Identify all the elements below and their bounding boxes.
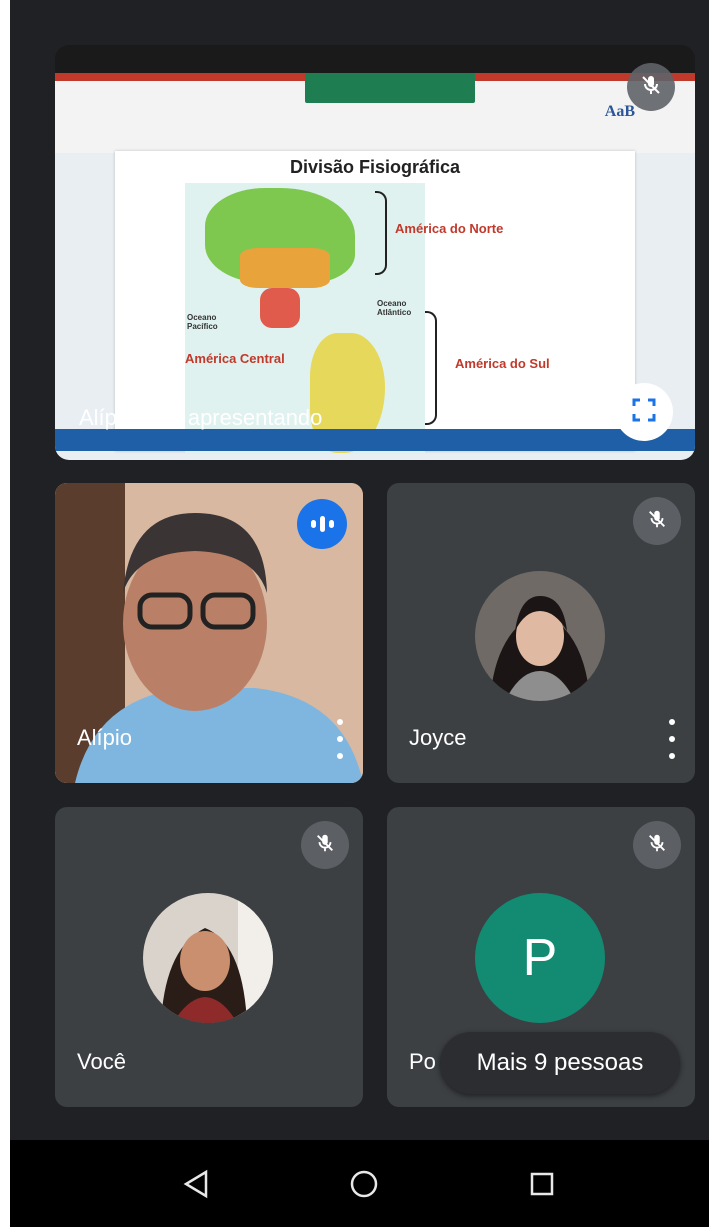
brace-south [425,311,437,425]
screenshot-page: AaB Divisão Fisiográfica América do Nort… [0,0,709,1227]
participant-tile-joyce[interactable]: Joyce [387,483,695,783]
label-central: América Central [185,351,285,366]
avatar [475,571,605,701]
meet-call-screen: AaB Divisão Fisiográfica América do Nort… [10,0,709,1227]
triangle-back-icon [183,1169,208,1199]
mic-off-indicator [301,821,349,869]
fullscreen-button[interactable] [615,383,673,441]
style-sample: AaB [604,103,635,120]
more-vert-icon[interactable] [667,719,677,759]
mic-off-icon [646,508,668,535]
screen-toast [305,73,475,103]
more-people-button[interactable]: Mais 9 pessoas [440,1032,680,1094]
mic-off-indicator [633,497,681,545]
participant-name: Alípio [77,725,133,750]
more-vert-icon[interactable] [335,719,345,759]
shared-screen: AaB Divisão Fisiográfica América do Nort… [55,73,695,460]
windows-taskbar [55,429,695,451]
map-region-us [240,248,330,288]
square-recents-icon [530,1172,554,1196]
presentation-tile[interactable]: AaB Divisão Fisiográfica América do Nort… [55,45,695,460]
fullscreen-icon [631,397,657,428]
mic-off-indicator [633,821,681,869]
brace-north [375,191,387,275]
mic-off-icon [314,832,336,859]
label-pacific: Oceano Pacífico [187,313,218,331]
doc-title: Divisão Fisiográfica [289,157,461,177]
nav-home-button[interactable] [342,1162,386,1206]
ribbon-styles: AaB [605,103,635,121]
presenting-label: Alípio está apresentando [79,405,323,430]
system-nav-bar [10,1140,709,1227]
participant-tile-alipio[interactable]: Alípio [55,483,363,783]
mic-off-icon [639,73,663,102]
label-south: América do Sul [455,356,550,371]
nav-back-button[interactable] [174,1162,218,1206]
participant-name: Você [77,1049,126,1074]
label-atlantic: Oceano Atlântico [377,299,412,317]
speaking-indicator-icon [297,499,347,549]
label-north: América do Norte [395,221,504,236]
avatar: P [475,893,605,1023]
mic-off-icon [646,832,668,859]
map-region-central [260,288,300,328]
participant-name: Joyce [409,725,467,750]
participant-tile-self[interactable]: Você [55,807,363,1107]
presenter-mic-off [627,63,675,111]
participant-name: Po [409,1049,436,1074]
nav-recents-button[interactable] [520,1162,564,1206]
avatar [143,893,273,1023]
circle-home-icon [350,1170,378,1198]
